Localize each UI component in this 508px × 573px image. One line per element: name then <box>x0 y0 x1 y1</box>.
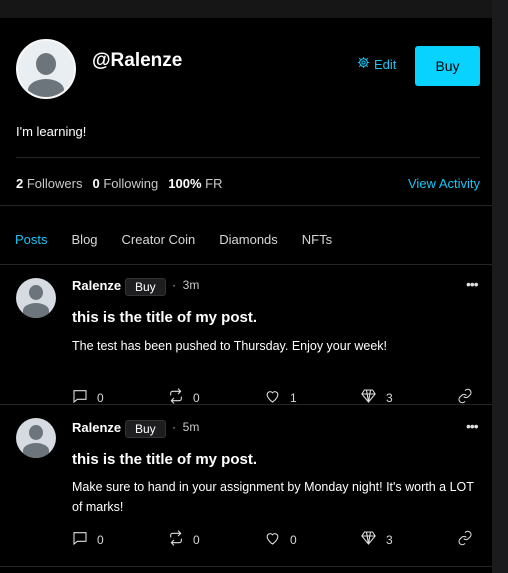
gear-icon <box>357 56 370 72</box>
tab-diamonds[interactable]: Diamonds <box>219 232 278 247</box>
profile-stats: 2 Followers 0 Following 100% FR <box>16 176 222 191</box>
edit-profile-button[interactable]: Edit <box>357 56 396 72</box>
fr-stat: 100% FR <box>168 176 223 191</box>
post-buy-button[interactable]: Buy <box>125 420 166 438</box>
divider <box>0 404 492 405</box>
post-item[interactable]: Ralenze Buy · 5m ••• this is the title o… <box>0 406 492 566</box>
tab-creator-coin[interactable]: Creator Coin <box>122 232 196 247</box>
repost-button[interactable]: 0 <box>168 530 200 549</box>
post-timestamp: · 3m <box>172 278 200 292</box>
divider <box>0 205 492 206</box>
diamond-icon <box>360 530 377 549</box>
post-title: this is the title of my post. <box>72 451 258 468</box>
post-author-avatar[interactable] <box>16 418 56 458</box>
post-body: Make sure to hand in your assignment by … <box>72 480 474 514</box>
tab-blog[interactable]: Blog <box>72 232 98 247</box>
profile-tabs: Posts Blog Creator Coin Diamonds NFTs <box>15 232 356 247</box>
profile-username: @Ralenze <box>92 50 183 71</box>
link-icon <box>456 530 474 549</box>
repost-count: 0 <box>193 532 200 547</box>
window-top-strip <box>0 0 508 18</box>
comment-button[interactable]: 0 <box>72 530 104 549</box>
diamond-button[interactable]: 3 <box>360 530 393 549</box>
post-actions: 0 0 0 3 <box>72 530 482 550</box>
like-count: 0 <box>290 532 297 547</box>
more-icon[interactable]: ••• <box>466 276 479 292</box>
post-author-name[interactable]: Ralenze <box>72 420 121 435</box>
followers-stat[interactable]: 2 Followers <box>16 176 82 191</box>
post-body: The test has been pushed to Thursday. En… <box>72 339 388 353</box>
repost-count: 0 <box>193 390 200 405</box>
divider <box>0 566 492 567</box>
following-stat[interactable]: 0 Following <box>92 176 158 191</box>
repost-icon <box>168 530 184 549</box>
scrollbar-track[interactable] <box>492 0 508 573</box>
divider <box>16 157 480 158</box>
profile-avatar <box>16 39 76 99</box>
post-item[interactable]: Ralenze Buy · 3m ••• this is the title o… <box>0 265 492 405</box>
view-activity-link[interactable]: View Activity <box>408 176 480 191</box>
post-buy-button[interactable]: Buy <box>125 278 166 296</box>
diamond-count: 3 <box>386 532 393 547</box>
post-title: this is the title of my post. <box>72 309 258 326</box>
post-author-avatar[interactable] <box>16 278 56 318</box>
copy-link-button[interactable] <box>456 530 474 549</box>
comment-count: 0 <box>97 532 104 547</box>
post-timestamp: · 5m <box>172 420 200 434</box>
more-icon[interactable]: ••• <box>466 418 479 434</box>
buy-creator-coin-button[interactable]: Buy <box>415 46 480 86</box>
tab-nfts[interactable]: NFTs <box>302 232 332 247</box>
tab-posts[interactable]: Posts <box>15 232 48 247</box>
comment-count: 0 <box>97 390 104 405</box>
profile-page: @Ralenze Edit Buy I'm learning! 2 Follow… <box>0 18 492 573</box>
post-actions: 0 0 1 3 <box>72 388 482 408</box>
comment-icon <box>72 530 88 549</box>
heart-icon <box>264 530 281 549</box>
diamond-count: 3 <box>386 390 393 405</box>
like-count: 1 <box>290 390 297 405</box>
like-button[interactable]: 0 <box>264 530 297 549</box>
edit-label: Edit <box>374 56 397 72</box>
profile-bio: I'm learning! <box>16 124 87 139</box>
post-author-name[interactable]: Ralenze <box>72 278 121 293</box>
